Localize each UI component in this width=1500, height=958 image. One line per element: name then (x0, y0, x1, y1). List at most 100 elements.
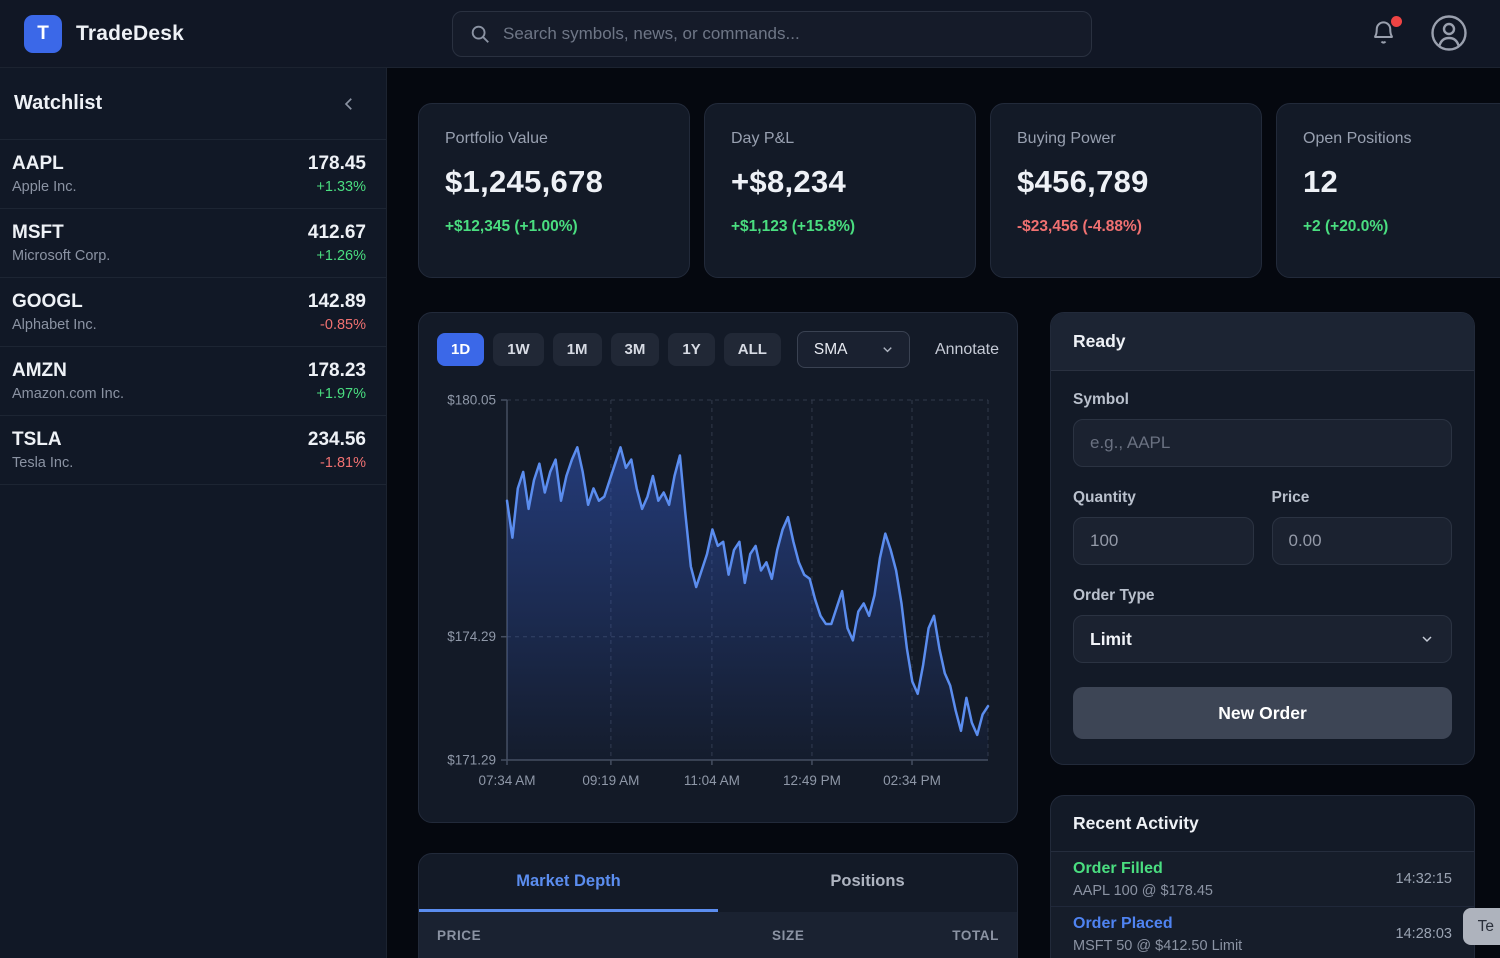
ticker-price: 178.23 (308, 360, 366, 382)
ticker-price: 412.67 (308, 222, 366, 244)
order-status: Ready (1051, 313, 1474, 371)
main-content: Portfolio Value $1,245,678 +$12,345 (+1.… (387, 68, 1500, 958)
svg-text:$180.05: $180.05 (447, 393, 496, 408)
timeframe-button-3m[interactable]: 3M (611, 333, 660, 366)
annotate-button[interactable]: Annotate (935, 341, 999, 359)
recent-activity-title: Recent Activity (1051, 796, 1474, 852)
stat-label: Open Positions (1303, 130, 1500, 148)
timeframe-button-1d[interactable]: 1D (437, 333, 484, 366)
search-input[interactable] (503, 24, 1075, 44)
company-name: Apple Inc. (12, 179, 77, 195)
price-label: Price (1272, 489, 1453, 507)
recent-activity-panel: Recent Activity Order Filled AAPL 100 @ … (1050, 795, 1475, 958)
order-type-value: Limit (1090, 629, 1132, 650)
indicator-value: SMA (814, 341, 848, 359)
timeframe-button-1w[interactable]: 1W (493, 333, 544, 366)
svg-text:$171.29: $171.29 (447, 753, 496, 768)
watchlist-item-googl[interactable]: GOOGL Alphabet Inc. 142.89 -0.85% (0, 278, 386, 347)
stats-row: Portfolio Value $1,245,678 +$12,345 (+1.… (418, 103, 1500, 278)
ticker-symbol: AMZN (12, 360, 124, 382)
ticker-price: 178.45 (308, 153, 366, 175)
ticker-change: +1.33% (308, 179, 366, 195)
notifications-button[interactable] (1370, 19, 1400, 49)
column-total: TOTAL (859, 928, 1000, 943)
price-chart-card: 1D 1W 1M 3M 1Y ALL SMA Annotate (418, 312, 1018, 823)
svg-text:$174.29: $174.29 (447, 629, 496, 644)
market-depth-card: Market Depth Positions PRICE SIZE TOTAL (418, 853, 1018, 958)
stat-card-portfolio-value: Portfolio Value $1,245,678 +$12,345 (+1.… (418, 103, 690, 278)
chevron-down-icon (880, 342, 895, 357)
chart-toolbar: 1D 1W 1M 3M 1Y ALL SMA Annotate (437, 331, 999, 368)
timeframe-button-all[interactable]: ALL (724, 333, 781, 366)
watchlist-title: Watchlist (14, 92, 102, 115)
symbol-label: Symbol (1073, 391, 1452, 409)
svg-text:02:34 PM: 02:34 PM (883, 773, 941, 788)
watchlist-item-amzn[interactable]: AMZN Amazon.com Inc. 178.23 +1.97% (0, 347, 386, 416)
activity-status: Order Filled (1073, 860, 1213, 878)
ticker-symbol: GOOGL (12, 291, 97, 313)
activity-detail: MSFT 50 @ $412.50 Limit (1073, 938, 1242, 954)
search-bar[interactable] (452, 11, 1092, 57)
tooltip-toast: Te (1463, 908, 1500, 945)
stat-card-buying-power: Buying Power $456,789 -$23,456 (-4.88%) (990, 103, 1262, 278)
quantity-input[interactable] (1073, 517, 1254, 565)
activity-time: 14:28:03 (1396, 926, 1452, 942)
watchlist-item-aapl[interactable]: AAPL Apple Inc. 178.45 +1.33% (0, 140, 386, 209)
bottom-tabs: Market Depth Positions (419, 854, 1017, 912)
order-entry-panel: Ready Symbol Quantity Price (1050, 312, 1475, 765)
timeframe-button-1m[interactable]: 1M (553, 333, 602, 366)
svg-text:12:49 PM: 12:49 PM (783, 773, 841, 788)
price-input[interactable] (1272, 517, 1453, 565)
ticker-change: +1.97% (308, 386, 366, 402)
stat-change: +$1,123 (+15.8%) (731, 218, 949, 236)
logo-icon: T (24, 15, 62, 53)
chevron-down-icon (1419, 631, 1435, 647)
stat-value: +$8,234 (731, 164, 949, 200)
ticker-symbol: MSFT (12, 222, 110, 244)
ticker-price: 142.89 (308, 291, 366, 313)
chevron-left-icon (340, 95, 358, 113)
watchlist-item-tsla[interactable]: TSLA Tesla Inc. 234.56 -1.81% (0, 416, 386, 485)
notification-dot (1391, 16, 1402, 27)
stat-change: -$23,456 (-4.88%) (1017, 218, 1235, 236)
ticker-change: +1.26% (308, 248, 366, 264)
search-icon (469, 23, 491, 45)
watchlist-item-msft[interactable]: MSFT Microsoft Corp. 412.67 +1.26% (0, 209, 386, 278)
stat-card-day-pnl: Day P&L +$8,234 +$1,123 (+15.8%) (704, 103, 976, 278)
depth-table-header: PRICE SIZE TOTAL (419, 912, 1017, 958)
collapse-sidebar-button[interactable] (340, 95, 358, 113)
activity-row-order-placed[interactable]: Order Placed MSFT 50 @ $412.50 Limit 14:… (1051, 907, 1474, 958)
user-menu-button[interactable] (1430, 14, 1468, 52)
activity-status: Order Placed (1073, 915, 1242, 933)
watchlist-sidebar: Watchlist AAPL Apple Inc. 178.45 +1.33% … (0, 68, 387, 958)
ticker-symbol: TSLA (12, 429, 73, 451)
ticker-price: 234.56 (308, 429, 366, 451)
company-name: Alphabet Inc. (12, 317, 97, 333)
tab-market-depth[interactable]: Market Depth (419, 854, 718, 912)
stat-change: +$12,345 (+1.00%) (445, 218, 663, 236)
top-bar: T TradeDesk (0, 0, 1500, 68)
company-name: Tesla Inc. (12, 455, 73, 471)
company-name: Microsoft Corp. (12, 248, 110, 264)
toast-text: Te (1478, 918, 1494, 936)
avatar-icon (1430, 14, 1468, 52)
app-name: TradeDesk (76, 22, 184, 46)
company-name: Amazon.com Inc. (12, 386, 124, 402)
svg-text:09:19 AM: 09:19 AM (582, 773, 639, 788)
app-logo[interactable]: T TradeDesk (24, 15, 184, 53)
activity-time: 14:32:15 (1396, 871, 1452, 887)
timeframe-button-1y[interactable]: 1Y (668, 333, 714, 366)
stat-value: $1,245,678 (445, 164, 663, 200)
svg-text:07:34 AM: 07:34 AM (478, 773, 535, 788)
activity-row-order-filled[interactable]: Order Filled AAPL 100 @ $178.45 14:32:15 (1051, 852, 1474, 907)
symbol-input[interactable] (1073, 419, 1452, 467)
column-size: SIZE (718, 928, 859, 943)
price-chart[interactable]: 07:34 AM09:19 AM11:04 AM12:49 PM02:34 PM… (437, 392, 999, 797)
tab-positions[interactable]: Positions (718, 854, 1017, 912)
ticker-change: -0.85% (308, 317, 366, 333)
quantity-label: Quantity (1073, 489, 1254, 507)
order-type-select[interactable]: Limit (1073, 615, 1452, 663)
indicator-select[interactable]: SMA (797, 331, 910, 368)
watchlist-header: Watchlist (0, 68, 386, 140)
new-order-button[interactable]: New Order (1073, 687, 1452, 739)
